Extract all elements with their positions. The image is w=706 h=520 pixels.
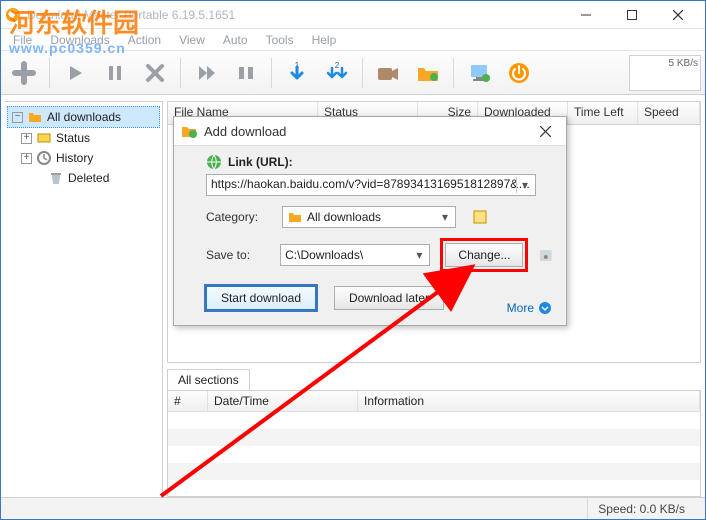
dialog-close-button[interactable] (530, 120, 560, 142)
col-num[interactable]: # (168, 391, 208, 411)
stop-all-button[interactable] (229, 56, 263, 90)
more-icon (538, 301, 552, 315)
url-value: https://haokan.baidu.com/v?vid=878934131… (211, 177, 536, 191)
menu-file[interactable]: File (5, 31, 40, 49)
change-highlight: Change... (440, 238, 528, 272)
add-download-dialog: Add download Link (URL): https://haokan.… (173, 116, 567, 326)
dialog-footer: Start download Download later (206, 286, 554, 310)
toolbar-sep (49, 58, 50, 88)
maximize-button[interactable] (609, 1, 655, 29)
downloads-icon (27, 109, 43, 125)
toolbar-sep (271, 58, 272, 88)
toolbar-sep (180, 58, 181, 88)
network-button[interactable] (462, 56, 496, 90)
add-download-button[interactable] (7, 56, 41, 90)
tree-status[interactable]: + Status (7, 128, 160, 148)
start-button[interactable] (58, 56, 92, 90)
downloads-icon (287, 209, 303, 225)
tree-history[interactable]: + History (7, 148, 160, 168)
save-to-row: Save to: C:\Downloads\ ▾ Change... (206, 238, 554, 272)
dialog-body: Link (URL): https://haokan.baidu.com/v?v… (174, 146, 566, 316)
toolbar-sep (362, 58, 363, 88)
menu-tools[interactable]: Tools (258, 31, 302, 49)
tree-label: Status (56, 131, 90, 145)
table-row (168, 429, 700, 446)
tree-label: All downloads (47, 110, 121, 124)
download-1-button[interactable]: 1 (280, 56, 314, 90)
col-speed[interactable]: Speed (638, 102, 700, 124)
dialog-icon (180, 122, 198, 140)
save-to-label: Save to: (206, 248, 270, 262)
app-window: 河东软件园 www.pc0359.cn Download Master Port… (0, 0, 706, 520)
window-title: Download Master Portable 6.19.5.1651 (27, 8, 563, 22)
status-speed: Speed: 0.0 KB/s (587, 498, 695, 519)
folder-button[interactable] (411, 56, 445, 90)
menu-bar: File Downloads Action View Auto Tools He… (1, 29, 705, 51)
menu-help[interactable]: Help (304, 31, 345, 49)
menu-action[interactable]: Action (120, 31, 169, 49)
download-2-button[interactable]: 2 (320, 56, 354, 90)
speed-label: 5 KB/s (669, 58, 698, 69)
tab-all-sections[interactable]: All sections (167, 369, 250, 390)
disk-icon[interactable] (538, 247, 554, 263)
category-select[interactable]: All downloads ▾ (282, 206, 456, 228)
start-all-button[interactable] (189, 56, 223, 90)
url-input[interactable]: https://haokan.baidu.com/v?vid=878934131… (206, 174, 536, 196)
sections-panel: All sections # Date/Time Information (167, 369, 701, 497)
more-label: More (507, 301, 534, 315)
start-download-button[interactable]: Start download (206, 286, 316, 310)
globe-icon (206, 154, 222, 170)
sections-body[interactable] (168, 412, 700, 496)
pause-button[interactable] (98, 56, 132, 90)
col-datetime[interactable]: Date/Time (208, 391, 358, 411)
expand-icon[interactable]: + (21, 133, 32, 144)
tree-label: Deleted (68, 171, 109, 185)
camera-icon[interactable] (371, 56, 405, 90)
sections-table: # Date/Time Information (167, 390, 701, 497)
minimize-button[interactable] (563, 1, 609, 29)
collapse-icon[interactable]: − (12, 112, 23, 123)
speed-graph: 5 KB/s (629, 55, 701, 91)
table-row (168, 463, 700, 480)
title-bar: Download Master Portable 6.19.5.1651 (1, 1, 705, 29)
change-button[interactable]: Change... (445, 243, 523, 267)
close-button[interactable] (655, 1, 701, 29)
menu-downloads[interactable]: Downloads (42, 31, 117, 49)
dialog-title-bar[interactable]: Add download (174, 117, 566, 146)
category-value: All downloads (307, 210, 381, 224)
svg-text:2: 2 (335, 61, 340, 70)
save-to-select[interactable]: C:\Downloads\ ▾ (280, 244, 430, 266)
chevron-down-icon[interactable]: ▾ (437, 209, 453, 225)
sections-header: # Date/Time Information (168, 391, 700, 412)
trash-icon (48, 170, 64, 186)
toolbar-sep (453, 58, 454, 88)
chevron-down-icon[interactable]: ▾ (516, 177, 533, 193)
app-icon (5, 7, 21, 23)
download-later-button[interactable]: Download later (334, 286, 444, 310)
category-settings-icon[interactable] (472, 209, 488, 225)
category-label: Category: (206, 210, 272, 224)
stop-button[interactable] (138, 56, 172, 90)
col-info[interactable]: Information (358, 391, 700, 411)
power-button[interactable] (502, 56, 536, 90)
chevron-down-icon[interactable]: ▾ (411, 247, 427, 263)
menu-auto[interactable]: Auto (215, 31, 256, 49)
status-icon (36, 130, 52, 146)
status-bar: Speed: 0.0 KB/s (1, 497, 705, 519)
save-to-value: C:\Downloads\ (285, 248, 363, 262)
tree-all-downloads[interactable]: − All downloads (7, 106, 160, 128)
toolbar: 1 2 5 KB/s (1, 51, 705, 95)
link-label: Link (URL): (228, 155, 293, 169)
link-label-row: Link (URL): (206, 154, 554, 170)
col-time-left[interactable]: Time Left (568, 102, 638, 124)
more-link[interactable]: More (507, 301, 552, 315)
expand-icon[interactable]: + (21, 153, 32, 164)
history-icon (36, 150, 52, 166)
menu-view[interactable]: View (171, 31, 213, 49)
sidebar: − All downloads + Status + History Delet… (5, 101, 163, 497)
category-row: Category: All downloads ▾ (206, 206, 554, 228)
dialog-title: Add download (204, 124, 530, 139)
tree-label: History (56, 151, 93, 165)
tree-deleted[interactable]: Deleted (7, 168, 160, 188)
